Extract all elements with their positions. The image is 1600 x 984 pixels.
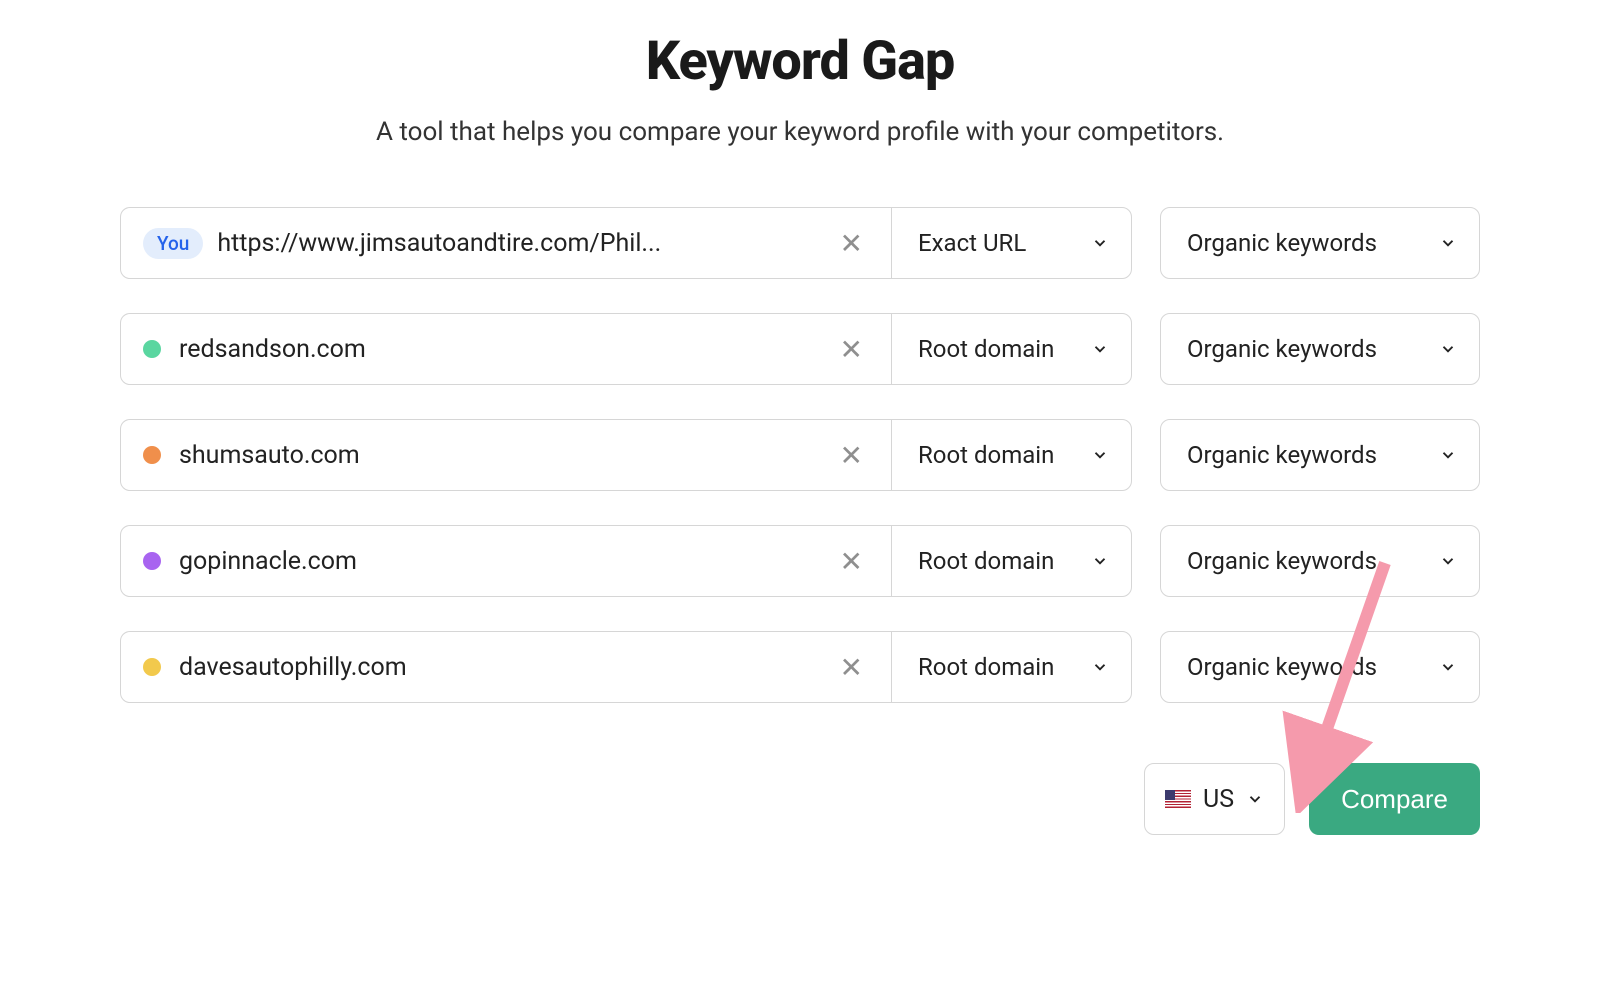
- domain-input[interactable]: [179, 547, 826, 576]
- match-type-label: Exact URL: [918, 229, 1026, 257]
- competitor-color-dot: [143, 552, 161, 570]
- domain-input-wrap: ✕: [121, 439, 891, 472]
- match-type-select[interactable]: Root domain: [891, 314, 1131, 384]
- match-type-select[interactable]: Root domain: [891, 420, 1131, 490]
- chevron-down-icon: [1091, 446, 1109, 464]
- chevron-down-icon: [1091, 552, 1109, 570]
- country-label: US: [1203, 785, 1234, 814]
- keyword-type-label: Organic keywords: [1187, 653, 1377, 681]
- domain-input[interactable]: [179, 441, 826, 470]
- keyword-type-select[interactable]: Organic keywords: [1160, 631, 1480, 703]
- page-subtitle: A tool that helps you compare your keywo…: [120, 117, 1480, 147]
- keyword-type-label: Organic keywords: [1187, 229, 1377, 257]
- domain-input-group: ✕ Root domain: [120, 419, 1132, 491]
- domain-input[interactable]: [179, 335, 826, 364]
- chevron-down-icon: [1439, 234, 1457, 252]
- keyword-type-label: Organic keywords: [1187, 441, 1377, 469]
- keyword-type-select[interactable]: Organic keywords: [1160, 313, 1480, 385]
- chevron-down-icon: [1091, 340, 1109, 358]
- domain-input-group: ✕ Root domain: [120, 313, 1132, 385]
- competitor-row: ✕ Root domain Organic keywords: [120, 631, 1480, 703]
- competitor-row: ✕ Root domain Organic keywords: [120, 525, 1480, 597]
- chevron-down-icon: [1439, 658, 1457, 676]
- page-title: Keyword Gap: [120, 30, 1480, 93]
- clear-input-button[interactable]: ✕: [826, 439, 877, 472]
- keyword-type-label: Organic keywords: [1187, 547, 1377, 575]
- competitor-row: ✕ Root domain Organic keywords: [120, 419, 1480, 491]
- chevron-down-icon: [1439, 552, 1457, 570]
- competitor-color-dot: [143, 446, 161, 464]
- competitor-row: You ✕ Exact URL Organic keywords: [120, 207, 1480, 279]
- match-type-label: Root domain: [918, 547, 1054, 575]
- you-badge: You: [143, 228, 203, 259]
- chevron-down-icon: [1091, 658, 1109, 676]
- match-type-label: Root domain: [918, 653, 1054, 681]
- country-select[interactable]: US: [1144, 763, 1285, 835]
- competitor-color-dot: [143, 340, 161, 358]
- match-type-select[interactable]: Exact URL: [891, 208, 1131, 278]
- keyword-type-select[interactable]: Organic keywords: [1160, 525, 1480, 597]
- domain-input-wrap: ✕: [121, 333, 891, 366]
- domain-input-group: ✕ Root domain: [120, 631, 1132, 703]
- chevron-down-icon: [1246, 790, 1264, 808]
- us-flag-icon: [1165, 790, 1191, 808]
- domain-input-wrap: ✕: [121, 545, 891, 578]
- clear-input-button[interactable]: ✕: [826, 651, 877, 684]
- competitor-color-dot: [143, 658, 161, 676]
- keyword-type-label: Organic keywords: [1187, 335, 1377, 363]
- chevron-down-icon: [1439, 446, 1457, 464]
- domain-input[interactable]: [179, 653, 826, 682]
- match-type-label: Root domain: [918, 335, 1054, 363]
- match-type-label: Root domain: [918, 441, 1054, 469]
- domain-input-group: You ✕ Exact URL: [120, 207, 1132, 279]
- clear-input-button[interactable]: ✕: [826, 333, 877, 366]
- domain-input-wrap: ✕: [121, 651, 891, 684]
- competitor-row: ✕ Root domain Organic keywords: [120, 313, 1480, 385]
- domain-input-wrap: You ✕: [121, 227, 891, 260]
- domain-input[interactable]: [217, 229, 825, 258]
- compare-button[interactable]: Compare: [1309, 763, 1480, 835]
- match-type-select[interactable]: Root domain: [891, 632, 1131, 702]
- domain-input-group: ✕ Root domain: [120, 525, 1132, 597]
- keyword-type-select[interactable]: Organic keywords: [1160, 207, 1480, 279]
- match-type-select[interactable]: Root domain: [891, 526, 1131, 596]
- keyword-type-select[interactable]: Organic keywords: [1160, 419, 1480, 491]
- clear-input-button[interactable]: ✕: [826, 545, 877, 578]
- clear-input-button[interactable]: ✕: [826, 227, 877, 260]
- chevron-down-icon: [1091, 234, 1109, 252]
- chevron-down-icon: [1439, 340, 1457, 358]
